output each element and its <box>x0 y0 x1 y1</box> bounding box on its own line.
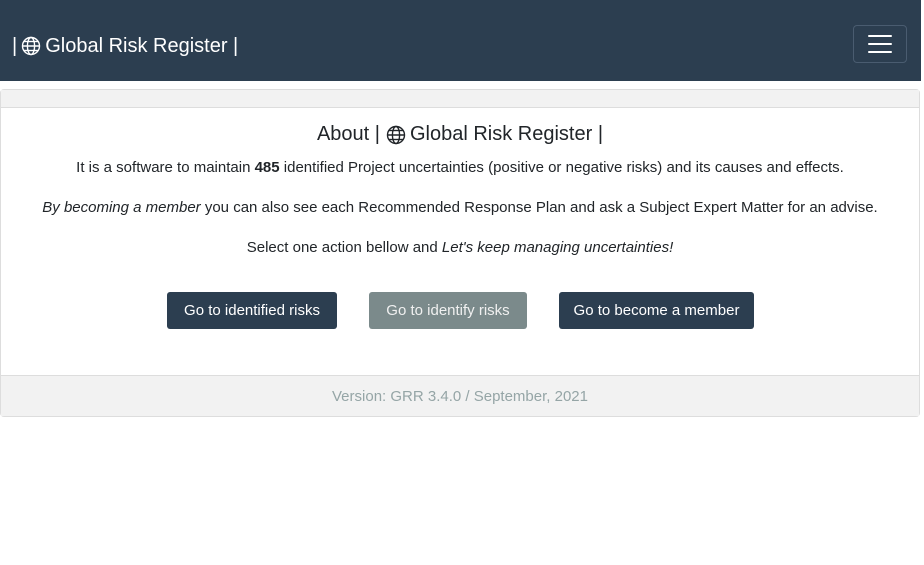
hamburger-menu-icon <box>868 35 892 37</box>
title-name: Global Risk Register | <box>409 123 604 145</box>
go-to-become-member-button[interactable]: Go to become a member <box>559 292 754 329</box>
hamburger-menu-icon <box>868 51 892 53</box>
globe-icon <box>386 125 406 145</box>
description-text: It is a software to maintain 485 identif… <box>1 159 919 176</box>
brand-prefix: | <box>12 34 18 57</box>
brand-name: Global Risk Register | <box>45 34 239 57</box>
go-to-identify-risks-button[interactable]: Go to identify risks <box>369 292 527 329</box>
call-to-action-text: Select one action bellow and Let's keep … <box>1 239 919 256</box>
top-navbar: | Global Risk Register | <box>0 0 921 81</box>
membership-text: By becoming a member you can also see ea… <box>1 199 919 216</box>
membership-rest: you can also see each Recommended Respon… <box>200 199 878 216</box>
membership-emphasis: By becoming a member <box>42 199 201 216</box>
cta-emphasis: Let's keep managing uncertainties! <box>441 239 674 256</box>
description-tail: identified Project uncertainties (positi… <box>279 159 844 176</box>
title-prefix: About | <box>316 123 380 145</box>
page-title: About | Global Risk Register | <box>1 123 919 146</box>
version-footer: Version: GRR 3.4.0 / September, 2021 <box>1 375 919 416</box>
description-lead: It is a software to maintain <box>76 159 255 176</box>
go-to-identified-risks-button[interactable]: Go to identified risks <box>167 292 337 329</box>
navbar-toggle-button[interactable] <box>853 25 907 63</box>
version-text: Version: GRR 3.4.0 / September, 2021 <box>332 387 588 405</box>
card-header <box>1 90 919 108</box>
cta-lead: Select one action bellow and <box>246 239 442 256</box>
navbar-brand[interactable]: | Global Risk Register | <box>12 31 238 61</box>
hamburger-menu-icon <box>868 43 892 45</box>
globe-icon <box>21 36 41 56</box>
about-card: About | Global Risk Register | It is a s… <box>0 89 920 417</box>
risk-count: 485 <box>254 159 280 176</box>
